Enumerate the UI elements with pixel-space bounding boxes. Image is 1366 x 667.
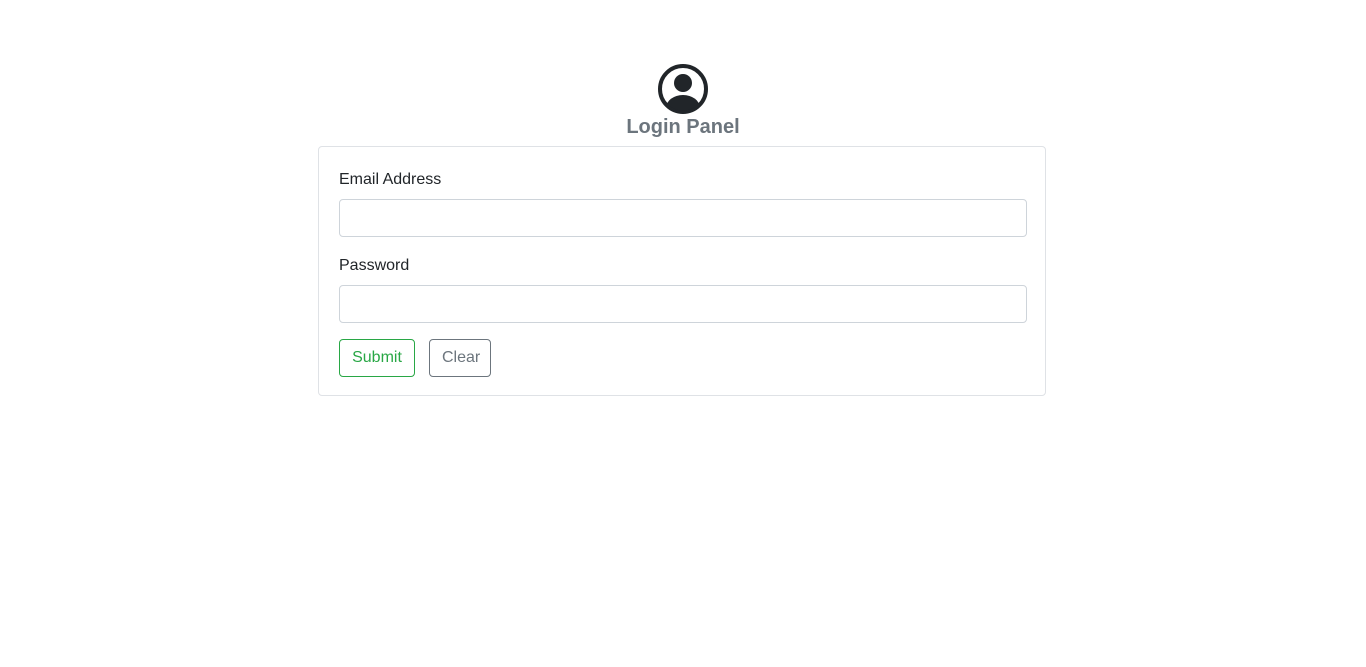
user-circle-icon [658,64,708,114]
page-title: Login Panel [626,116,740,138]
login-form-card: Email Address Password Submit Clear [318,146,1046,396]
submit-button[interactable]: Submit [339,339,415,377]
email-label: Email Address [339,171,442,188]
clear-button[interactable]: Clear [429,339,491,377]
password-field[interactable] [339,285,1027,323]
password-label: Password [339,257,410,274]
email-field[interactable] [339,199,1027,237]
